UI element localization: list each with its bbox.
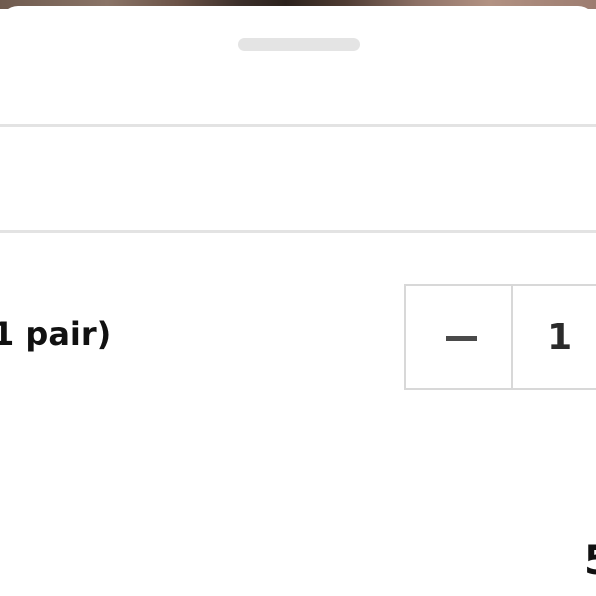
item-quantity-label: 1 pair) [0,315,112,353]
sheet-drag-handle[interactable] [238,38,360,51]
price-value: 5 [584,538,596,584]
quantity-value: 1 [547,316,573,358]
minus-icon [446,336,477,341]
divider-middle [0,230,596,233]
screen: 1 pair) 1 5 [0,0,596,596]
quantity-stepper[interactable]: 1 [404,284,596,390]
decrement-button[interactable] [406,286,514,388]
divider-top [0,124,596,127]
